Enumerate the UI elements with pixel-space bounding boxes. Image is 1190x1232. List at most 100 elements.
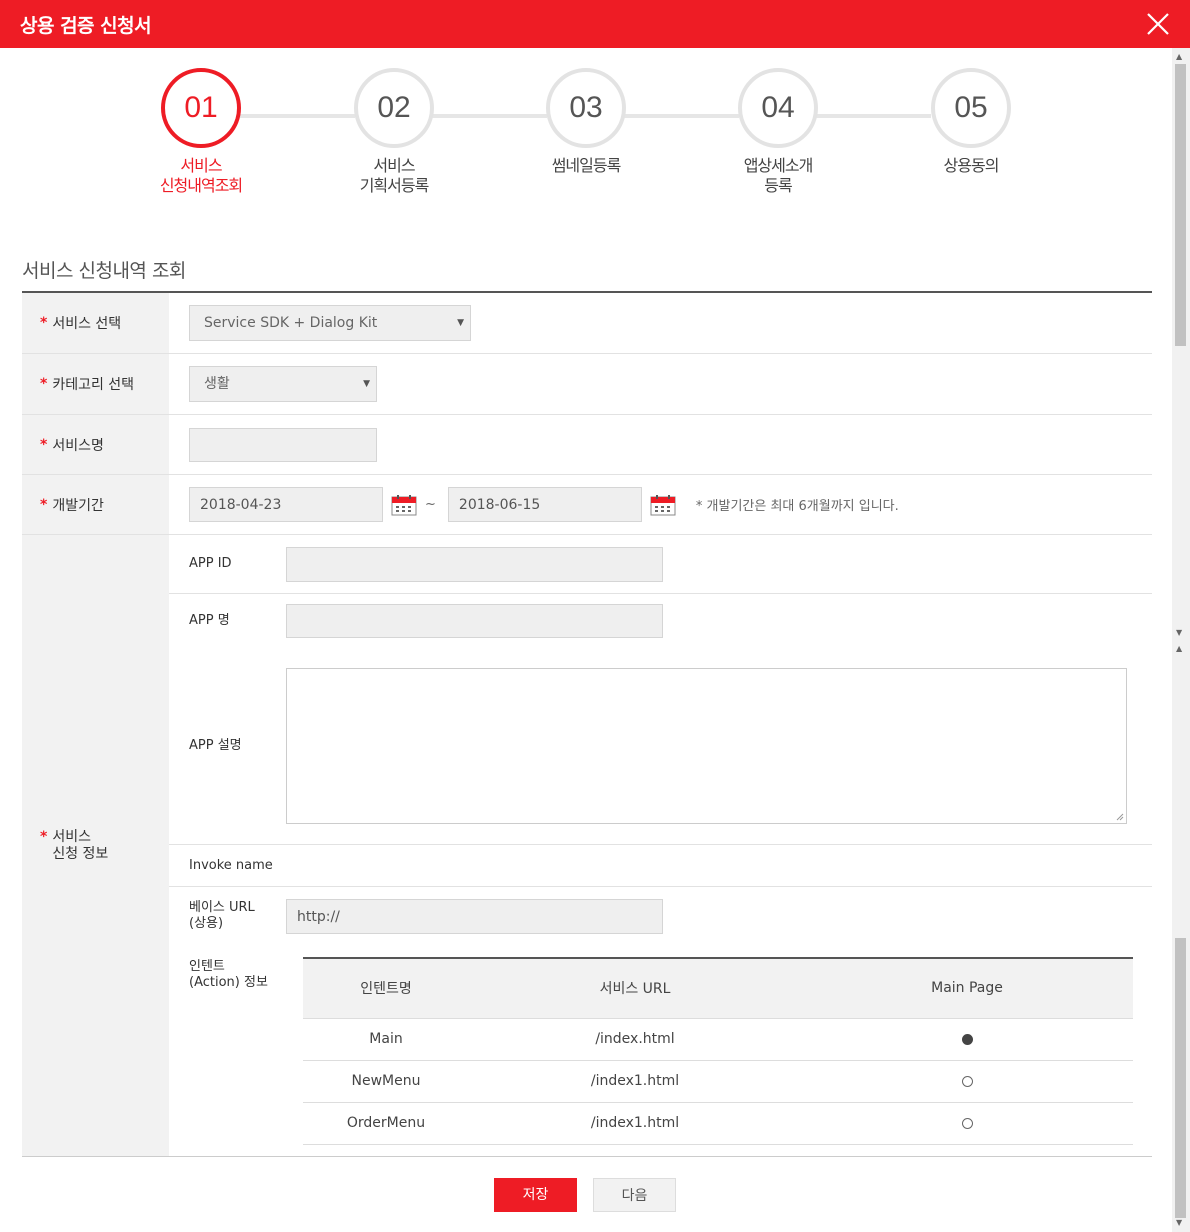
step-label: 썸네일등록	[551, 156, 622, 175]
form-row-service-info: * 서비스 신청 정보 APP ID APP 명 APP 설명 Invoke n…	[22, 535, 1152, 1157]
radio-filled-icon[interactable]	[961, 1033, 973, 1045]
app-desc-row: APP 설명	[169, 648, 1152, 845]
field-label: * 서비스 신청 정보	[22, 535, 169, 1156]
required-mark: *	[40, 829, 48, 845]
resize-grip-icon[interactable]	[1116, 813, 1124, 821]
step-label: 서비스 신청내역조회	[159, 156, 243, 195]
base-url-label: 베이스 URL (상용)	[189, 900, 255, 931]
invoke-name-row: Invoke name	[169, 845, 1152, 887]
column-header: 인텐트명	[303, 958, 469, 1019]
form-row-dev-period: * 개발기간 2018-04-23 ~ 2018-06-15 * 개발기간은 최…	[22, 475, 1152, 535]
intent-url: /index1.html	[469, 1102, 801, 1145]
step-number: 01	[161, 68, 241, 148]
column-header: 서비스 URL	[469, 958, 801, 1019]
app-id-row: APP ID	[169, 535, 1152, 594]
category-select-value: 생활	[204, 376, 230, 392]
save-button[interactable]: 저장	[494, 1178, 577, 1212]
main-page-cell	[801, 1018, 1133, 1061]
scroll-up-icon[interactable]: ▲	[1176, 644, 1182, 653]
start-date-input[interactable]: 2018-04-23	[189, 487, 383, 522]
field-label-text: 카테고리 선택	[52, 377, 135, 393]
table-row: NewMenu /index1.html	[303, 1060, 1133, 1103]
radio-empty-icon[interactable]	[961, 1075, 973, 1087]
app-name-input[interactable]	[286, 604, 663, 638]
base-url-input[interactable]: http://	[286, 898, 663, 934]
column-header: Main Page	[801, 958, 1133, 1019]
step-number: 04	[738, 68, 818, 148]
step-3[interactable]: 03 썸네일등록	[506, 68, 666, 176]
field-label-text: 서비스 선택	[52, 316, 122, 332]
scroll-up-icon[interactable]: ▲	[1176, 52, 1182, 61]
modal-header: 상용 검증 신청서	[0, 0, 1190, 48]
required-mark: *	[40, 315, 48, 331]
service-select-value: Service SDK + Dialog Kit	[204, 315, 378, 331]
required-mark: *	[40, 376, 48, 392]
main-page-cell	[801, 1102, 1133, 1145]
step-5[interactable]: 05 상용동의	[891, 68, 1051, 176]
intent-label: 인텐트 (Action) 정보	[189, 959, 268, 990]
intent-row: 인텐트 (Action) 정보 인텐트명 서비스 URL Main Page M…	[169, 945, 1152, 1145]
main-page-cell	[801, 1060, 1133, 1103]
field-value: 생활 ▼	[169, 354, 1152, 414]
close-icon[interactable]	[1144, 10, 1172, 38]
calendar-icon[interactable]	[391, 494, 417, 516]
field-label-text: 개발기간	[52, 497, 104, 514]
required-mark: *	[40, 496, 48, 513]
required-mark: *	[40, 436, 48, 453]
scroll-down-icon[interactable]: ▼	[1176, 1218, 1182, 1227]
scroll-down-icon[interactable]: ▼	[1176, 628, 1182, 637]
scroll-thumb[interactable]	[1175, 64, 1186, 346]
table-row: OrderMenu /index1.html	[303, 1102, 1133, 1145]
modal-content: 01 서비스 신청내역조회 02 서비스 기획서등록 03 썸네일등록 04 앱…	[0, 48, 1172, 1232]
next-button[interactable]: 다음	[593, 1178, 676, 1212]
field-value	[169, 415, 1152, 474]
field-value: Service SDK + Dialog Kit ▼	[169, 293, 1152, 353]
field-label-text: 서비스 신청 정보	[52, 828, 109, 862]
application-form: * 서비스 선택 Service SDK + Dialog Kit ▼ * 카테고리…	[22, 291, 1152, 1157]
field-value: 2018-04-23 ~ 2018-06-15 * 개발기간은 최대 6개월까지…	[169, 475, 1152, 534]
step-2[interactable]: 02 서비스 기획서등록	[314, 68, 474, 196]
field-label: * 개발기간	[22, 475, 169, 534]
calendar-icon[interactable]	[650, 494, 676, 516]
section-title: 서비스 신청내역 조회	[22, 260, 186, 282]
app-id-input[interactable]	[286, 546, 663, 582]
period-note: * 개발기간은 최대 6개월까지 입니다.	[695, 499, 899, 514]
field-label: * 서비스 선택	[22, 293, 169, 353]
intent-table: 인텐트명 서비스 URL Main Page Main /index.html	[303, 957, 1133, 1145]
field-label: * 카테고리 선택	[22, 354, 169, 414]
step-label: 서비스 기획서등록	[359, 156, 430, 195]
intent-url: /index1.html	[469, 1060, 801, 1103]
step-1[interactable]: 01 서비스 신청내역조회	[121, 68, 281, 196]
service-select[interactable]: Service SDK + Dialog Kit ▼	[189, 305, 471, 341]
step-label: 상용동의	[943, 156, 1000, 175]
app-desc-label: APP 설명	[189, 738, 242, 753]
step-4[interactable]: 04 앱상세소개 등록	[698, 68, 858, 196]
table-row: Main /index.html	[303, 1018, 1133, 1061]
caret-down-icon: ▼	[457, 318, 464, 328]
step-number: 02	[354, 68, 434, 148]
invoke-name-label: Invoke name	[189, 857, 273, 873]
category-select[interactable]: 생활 ▼	[189, 366, 377, 402]
step-label: 앱상세소개 등록	[743, 156, 814, 195]
service-name-input[interactable]	[189, 427, 377, 462]
end-date-input[interactable]: 2018-06-15	[447, 487, 642, 522]
caret-down-icon: ▼	[363, 379, 370, 389]
vertical-scrollbar[interactable]: ▲ ▼ ▲ ▼	[1172, 48, 1190, 1232]
step-indicator: 01 서비스 신청내역조회 02 서비스 기획서등록 03 썸네일등록 04 앱…	[0, 48, 1172, 248]
intent-name: OrderMenu	[303, 1102, 469, 1145]
app-desc-textarea[interactable]	[286, 668, 1127, 824]
app-name-row: APP 명	[169, 594, 1152, 648]
app-id-label: APP ID	[189, 556, 232, 571]
form-row-category: * 카테고리 선택 생활 ▼	[22, 354, 1152, 415]
intent-url: /index.html	[469, 1018, 801, 1061]
radio-empty-icon[interactable]	[961, 1117, 973, 1129]
intent-name: Main	[303, 1018, 469, 1061]
date-separator: ~	[425, 497, 436, 512]
base-url-row: 베이스 URL (상용) http://	[169, 887, 1152, 945]
service-info-group: APP ID APP 명 APP 설명 Invoke name 베이스 URL …	[169, 535, 1152, 1156]
intent-table-body: Main /index.html NewMenu /index1.html Or…	[303, 1018, 1133, 1145]
button-bar: 저장 다음	[0, 1178, 1172, 1218]
form-row-service-select: * 서비스 선택 Service SDK + Dialog Kit ▼	[22, 293, 1152, 354]
scroll-thumb[interactable]	[1175, 938, 1186, 1218]
field-label: * 서비스명	[22, 415, 169, 474]
